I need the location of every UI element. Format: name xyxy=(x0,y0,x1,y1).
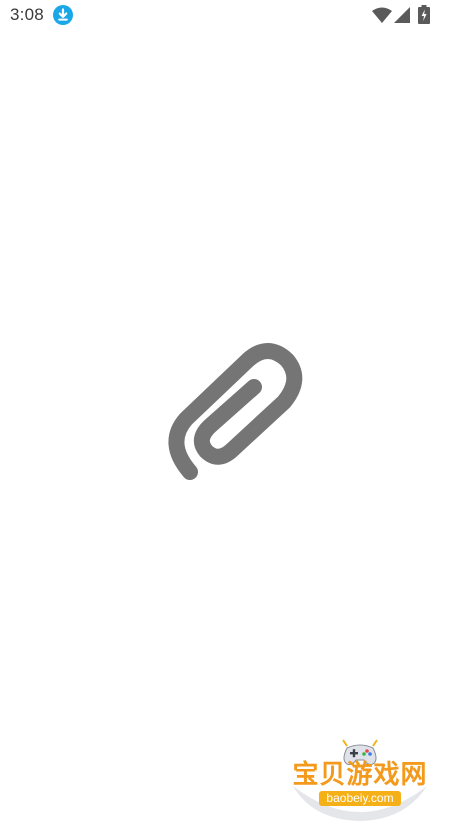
paperclip-icon xyxy=(168,343,303,480)
splash-screen: 3:08 宝贝游戏网 baobeiy.com xyxy=(0,0,466,828)
signal-icon xyxy=(394,7,410,23)
watermark: 宝贝游戏网 baobeiy.com xyxy=(285,732,435,824)
wifi-icon xyxy=(372,7,392,23)
watermark-url: baobeiy.com xyxy=(319,791,401,806)
watermark-title: 宝贝游戏网 xyxy=(292,760,428,790)
status-bar: 3:08 xyxy=(0,0,466,32)
battery-icon xyxy=(418,5,430,24)
download-icon xyxy=(53,5,73,25)
status-time: 3:08 xyxy=(10,5,44,24)
